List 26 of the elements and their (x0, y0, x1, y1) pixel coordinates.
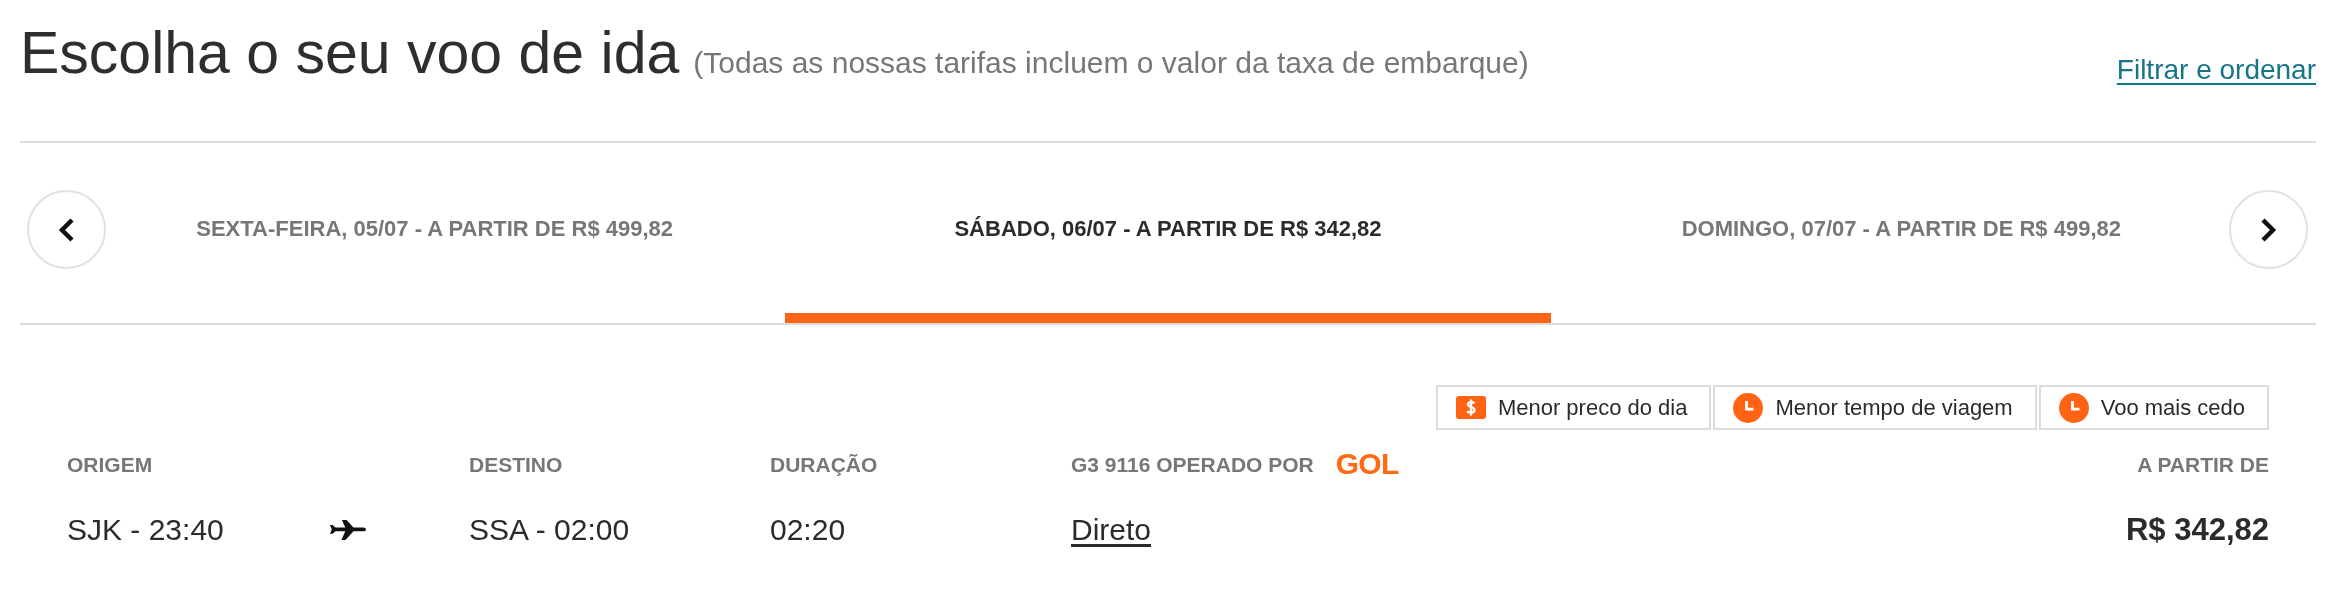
airplane-icon (330, 520, 366, 540)
price-heading: A PARTIR DE (2137, 451, 2269, 477)
dollar-icon (1455, 396, 1486, 419)
page-title: Escolha o seu voo de ida (20, 19, 680, 88)
destination-heading: DESTINO (469, 451, 563, 477)
tag-label: Menor preco do dia (1497, 394, 1688, 422)
destination-value: SSA - 02:00 (469, 512, 630, 548)
page-subtitle: (Todas as nossas tarifas incluem o valor da taxa de embarque) (693, 45, 1529, 81)
origin-heading: ORIGEM (67, 451, 153, 477)
duration-heading: DURAÇÃO (770, 451, 878, 477)
stops-link[interactable]: Direto (1071, 512, 1152, 548)
origin-value: SJK - 23:40 (67, 512, 224, 548)
price-value: R$ 342,82 (2125, 512, 2269, 548)
tag-label: Voo mais cedo (2100, 394, 2245, 422)
operator-heading: G3 9116 OPERADO POR (1071, 451, 1314, 477)
date-tab[interactable]: SÁBADO, 06/07 - A PARTIR DE R$ 342,82 (785, 143, 1551, 323)
clock-icon (1733, 392, 1764, 423)
date-tab[interactable]: SEXTA-FEIRA, 05/07 - A PARTIR DE R$ 499,82 (20, 143, 786, 323)
filter-sort-link[interactable]: Filtrar e ordenar (2116, 53, 2316, 87)
airline-logo: GOL (1335, 449, 1399, 479)
clock-icon (2058, 392, 2089, 423)
date-tab[interactable]: DOMINGO, 07/07 - A PARTIR DE R$ 499,82 (1550, 143, 2316, 323)
duration-value: 02:20 (770, 512, 846, 548)
tag-label: Menor tempo de viagem (1775, 394, 2013, 422)
chevron-right-icon (2260, 217, 2277, 242)
chevron-left-icon (58, 217, 75, 242)
